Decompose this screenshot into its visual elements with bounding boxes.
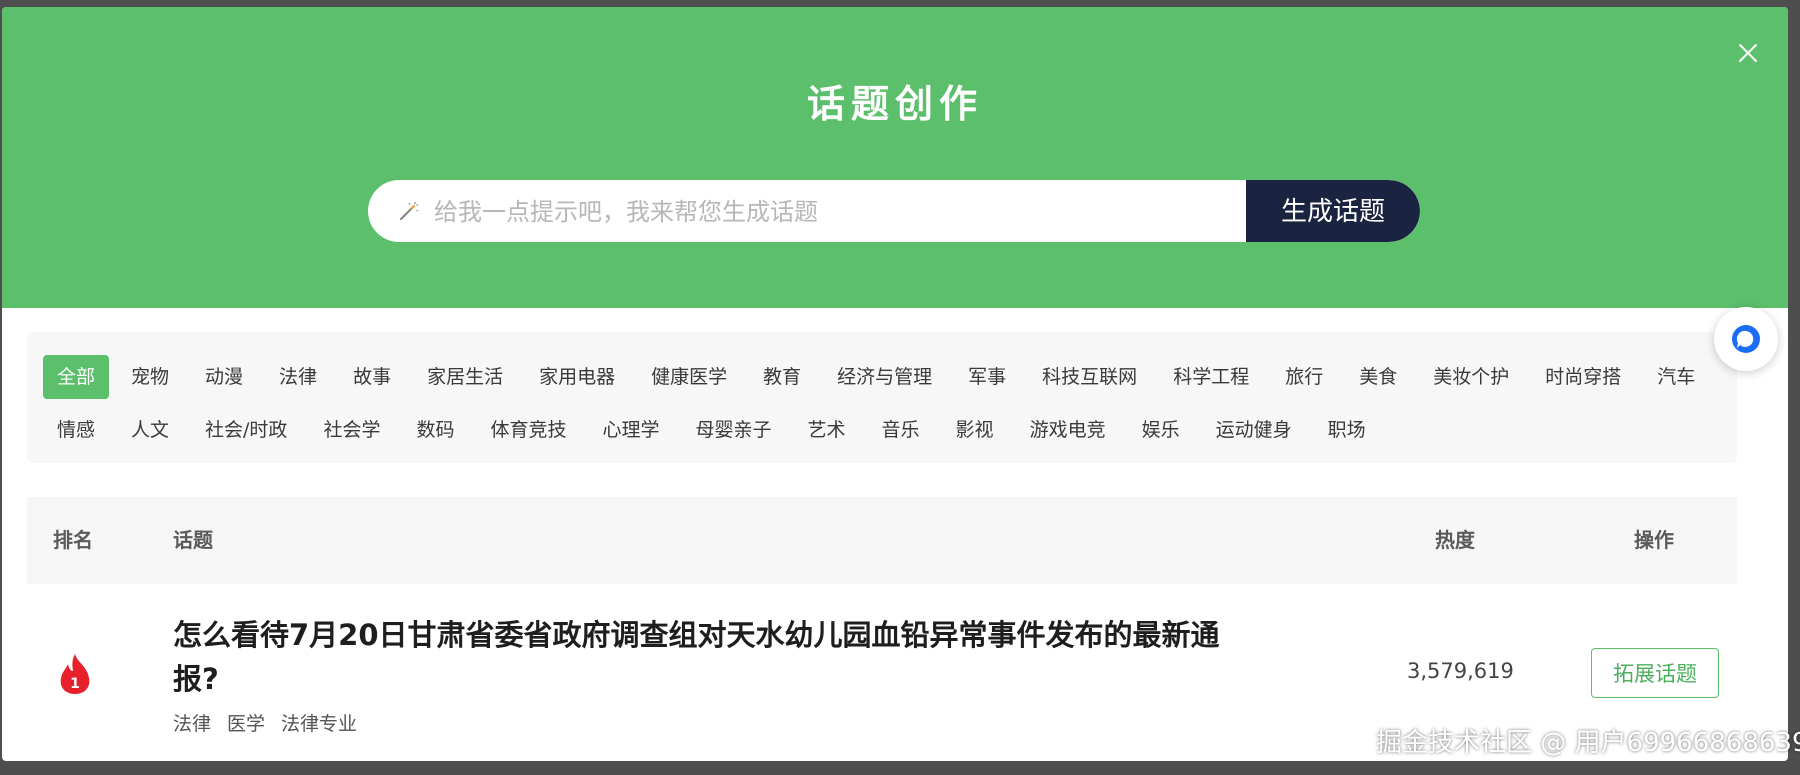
category-tab[interactable]: 游戏电竞 bbox=[1016, 408, 1120, 452]
category-tab[interactable]: 经济与管理 bbox=[823, 355, 946, 399]
category-tab[interactable]: 宠物 bbox=[117, 355, 183, 399]
search-bar: 生成话题 bbox=[368, 180, 1420, 242]
category-tab[interactable]: 故事 bbox=[339, 355, 405, 399]
column-header-topic: 话题 bbox=[173, 528, 213, 552]
category-tab[interactable]: 动漫 bbox=[191, 355, 257, 399]
category-tab[interactable]: 科技互联网 bbox=[1028, 355, 1151, 399]
close-icon[interactable] bbox=[1728, 33, 1768, 73]
category-tab[interactable]: 人文 bbox=[117, 408, 183, 452]
category-tab[interactable]: 心理学 bbox=[588, 408, 673, 452]
category-tab[interactable]: 社会学 bbox=[309, 408, 394, 452]
category-row: 情感 人文 社会/时政 社会学 数码 体育竞技 心理学 母婴亲子 艺术 音乐 影视 游戏电竞 娱乐 运动健… bbox=[43, 408, 1388, 452]
category-tab[interactable]: 科学工程 bbox=[1159, 355, 1263, 399]
category-tab[interactable]: 母婴亲子 bbox=[682, 408, 786, 452]
category-tab[interactable]: 旅行 bbox=[1271, 355, 1337, 399]
category-tab[interactable]: 体育竞技 bbox=[476, 408, 580, 452]
topic-title[interactable]: 怎么看待7月20日甘肃省委省政府调查组对天水幼儿园血铅异常事件发布的最新通报? bbox=[173, 613, 1233, 701]
hot-rank-flame-icon: 1 bbox=[60, 654, 90, 694]
generate-topic-button[interactable]: 生成话题 bbox=[1246, 180, 1420, 242]
category-tab[interactable]: 娱乐 bbox=[1128, 408, 1194, 452]
watermark-text: 掘金技术社区 @ 用户699668686393 bbox=[1376, 728, 1800, 758]
category-tab[interactable]: 时尚穿搭 bbox=[1531, 355, 1635, 399]
category-tab[interactable]: 职场 bbox=[1314, 408, 1380, 452]
category-tab[interactable]: 美食 bbox=[1345, 355, 1411, 399]
category-tab[interactable]: 美妆个护 bbox=[1419, 355, 1523, 399]
chat-bubble-icon bbox=[1732, 325, 1760, 353]
category-tab[interactable]: 数码 bbox=[402, 408, 468, 452]
topic-tag[interactable]: 医学 bbox=[227, 709, 265, 736]
column-header-heat: 热度 bbox=[1435, 528, 1475, 552]
rank-number: 1 bbox=[70, 676, 80, 692]
column-header-action: 操作 bbox=[1634, 528, 1674, 552]
column-header-rank: 排名 bbox=[53, 528, 93, 552]
table-header: 排名 话题 热度 操作 bbox=[27, 497, 1737, 584]
category-tab[interactable]: 社会/时政 bbox=[191, 408, 301, 452]
category-tab[interactable]: 情感 bbox=[43, 408, 109, 452]
topic-creation-modal: 话题创作 生成话题 全部宠物动漫法律故事家居生活家用电器健康医学教育经济与管理军… bbox=[2, 7, 1788, 761]
topic-tag[interactable]: 法律专业 bbox=[281, 709, 357, 736]
heat-value: 3,579,619 bbox=[1407, 659, 1514, 683]
category-row: 全部 宠物 动漫 法律 故事 家居生活 家用电器 健康医学 教育 经济与管理 军事 科技互联网 科学工程… bbox=[43, 355, 1717, 399]
topic-tags: 法律 医学 法律专业 bbox=[173, 709, 373, 736]
category-tab[interactable]: 法律 bbox=[265, 355, 331, 399]
category-tab[interactable]: 音乐 bbox=[868, 408, 934, 452]
category-tab[interactable]: 军事 bbox=[954, 355, 1020, 399]
modal-header: 话题创作 生成话题 bbox=[2, 7, 1788, 308]
category-tab[interactable]: 全部 bbox=[43, 355, 110, 399]
topic-tag[interactable]: 法律 bbox=[173, 709, 211, 736]
category-filter: 全部 宠物 动漫 法律 故事 家居生活 家用电器 健康医学 教育 经济与管理 军事 科技互联网 科学工程… bbox=[27, 332, 1737, 463]
category-tab[interactable]: 艺术 bbox=[794, 408, 860, 452]
magic-wand-icon bbox=[399, 202, 419, 221]
category-tab[interactable]: 运动健身 bbox=[1202, 408, 1306, 452]
category-tab[interactable]: 家用电器 bbox=[525, 355, 629, 399]
category-tab[interactable]: 教育 bbox=[749, 355, 815, 399]
assistant-float-button[interactable] bbox=[1714, 307, 1778, 371]
category-tab[interactable]: 家居生活 bbox=[413, 355, 517, 399]
expand-topic-button[interactable]: 拓展话题 bbox=[1591, 648, 1719, 698]
category-tab[interactable]: 健康医学 bbox=[637, 355, 741, 399]
modal-title: 话题创作 bbox=[806, 82, 983, 126]
topic-hint-input[interactable] bbox=[432, 180, 1196, 242]
category-tab[interactable]: 影视 bbox=[942, 408, 1008, 452]
category-tab[interactable]: 汽车 bbox=[1643, 355, 1709, 399]
